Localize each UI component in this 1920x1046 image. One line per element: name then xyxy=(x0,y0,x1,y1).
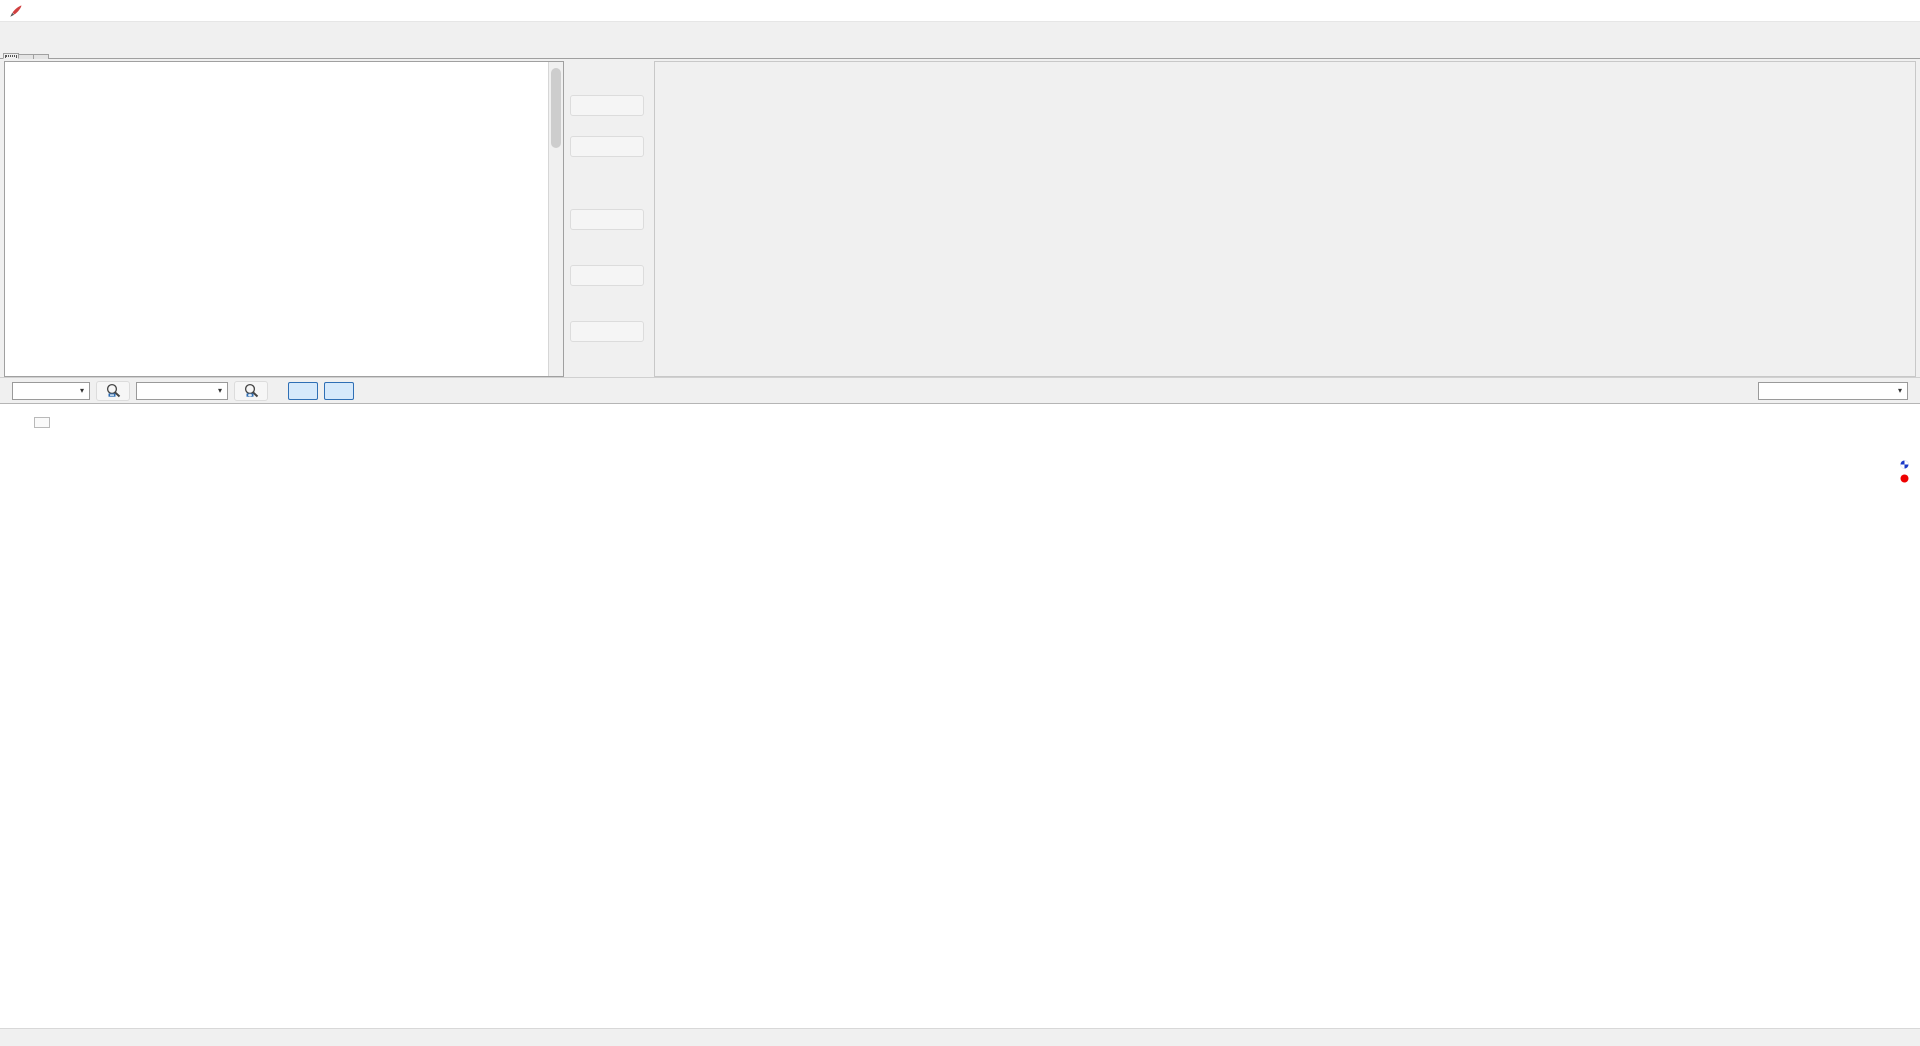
zoom-in-button[interactable] xyxy=(234,380,268,401)
minimize-button[interactable] xyxy=(1782,0,1828,22)
horizontal-ruler xyxy=(0,416,1920,434)
rocket-figure[interactable] xyxy=(0,403,1920,1028)
status-bar xyxy=(0,1028,1920,1046)
menu-bar xyxy=(0,22,1920,41)
title-bar xyxy=(0,0,1920,22)
window-controls xyxy=(1782,0,1920,22)
flight-configuration-select[interactable]: ▾ xyxy=(1758,381,1908,400)
zoom-level-select[interactable]: ▾ xyxy=(136,381,228,400)
menu-edit[interactable] xyxy=(18,30,32,34)
maximize-button[interactable] xyxy=(1828,0,1874,22)
main-tab-bar xyxy=(0,41,1920,59)
zoom-out-button[interactable] xyxy=(96,380,130,401)
add-new-component-panel xyxy=(654,61,1916,377)
stage-2-button[interactable] xyxy=(324,381,354,400)
rocket-side-view[interactable] xyxy=(0,438,1920,998)
move-up-button[interactable] xyxy=(570,95,644,116)
menu-file[interactable] xyxy=(4,30,18,34)
tab-motors-configuration[interactable] xyxy=(18,54,34,59)
edit-button[interactable] xyxy=(570,209,644,230)
component-tree[interactable] xyxy=(5,62,563,376)
tab-flight-simulations[interactable] xyxy=(33,54,49,59)
menu-tools[interactable] xyxy=(32,30,46,34)
move-down-button[interactable] xyxy=(570,136,644,157)
design-top-area xyxy=(0,59,1920,377)
tree-scrollbar[interactable] xyxy=(548,62,563,376)
tree-scrollbar-thumb[interactable] xyxy=(551,68,561,148)
menu-help[interactable] xyxy=(46,30,60,34)
view-toolbar: ▾ ▾ ▾ xyxy=(0,377,1920,403)
delete-button[interactable] xyxy=(570,321,644,342)
chevron-down-icon: ▾ xyxy=(1897,386,1902,395)
view-type-select[interactable]: ▾ xyxy=(12,381,90,400)
chevron-down-icon: ▾ xyxy=(79,386,84,395)
zoom-in-icon xyxy=(244,383,258,398)
tab-rocket-design[interactable] xyxy=(3,53,19,59)
component-action-buttons xyxy=(564,61,650,377)
stage-1-button[interactable] xyxy=(288,381,318,400)
close-button[interactable] xyxy=(1874,0,1920,22)
zoom-out-icon xyxy=(106,383,120,398)
component-tree-panel[interactable] xyxy=(4,61,564,377)
rocket-icon xyxy=(8,3,24,19)
chevron-down-icon: ▾ xyxy=(217,386,222,395)
new-stage-button[interactable] xyxy=(570,265,644,286)
